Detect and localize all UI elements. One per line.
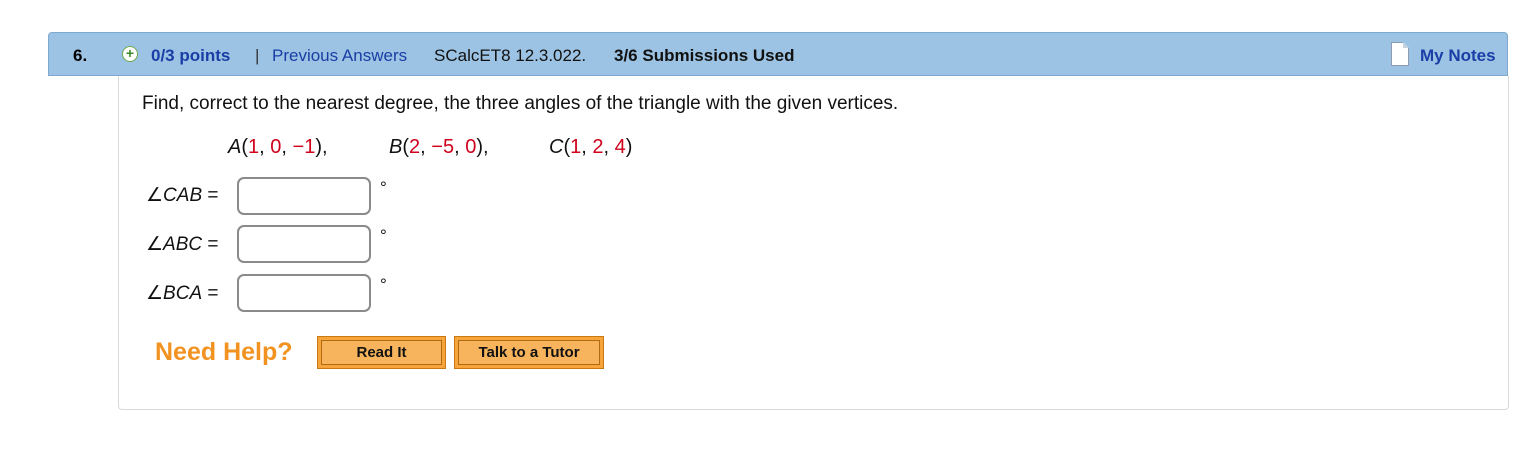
question-prompt: Find, correct to the nearest degree, the…	[142, 93, 899, 114]
degree-unit: °	[380, 275, 387, 294]
question-number: 6.	[73, 46, 88, 65]
previous-answers-link[interactable]: Previous Answers	[272, 46, 407, 66]
talk-to-tutor-label: Talk to a Tutor	[458, 340, 600, 365]
angle-cab-input[interactable]	[237, 177, 371, 215]
question-header: 6. + 0/3 points | Previous Answers SCalc…	[48, 32, 1508, 76]
read-it-button[interactable]: Read It	[317, 336, 446, 369]
read-it-label: Read It	[321, 340, 442, 365]
angle-cab-label: ∠CAB =	[146, 185, 219, 206]
separator: |	[255, 46, 260, 65]
need-help-label: Need Help?	[155, 338, 293, 366]
angle-abc-label: ∠ABC =	[146, 234, 219, 255]
angle-bca-label: ∠BCA =	[146, 283, 219, 304]
vertex-c: C(1, 2, 4)	[549, 136, 633, 158]
my-notes-link[interactable]: My Notes	[1420, 46, 1496, 66]
points-link[interactable]: 0/3 points	[151, 46, 230, 66]
submissions-used: 3/6 Submissions Used	[614, 46, 795, 65]
angle-bca-input[interactable]	[237, 274, 371, 312]
talk-to-tutor-button[interactable]: Talk to a Tutor	[454, 336, 604, 369]
problem-code: SCalcET8 12.3.022.	[434, 46, 587, 65]
vertex-a: A(1, 0, −1),	[228, 136, 328, 158]
note-page-icon[interactable]	[1391, 42, 1409, 66]
degree-unit: °	[380, 226, 387, 245]
vertex-b: B(2, −5, 0),	[389, 136, 489, 158]
angle-abc-input[interactable]	[237, 225, 371, 263]
add-circle-icon[interactable]: +	[122, 46, 138, 62]
degree-unit: °	[380, 178, 387, 197]
